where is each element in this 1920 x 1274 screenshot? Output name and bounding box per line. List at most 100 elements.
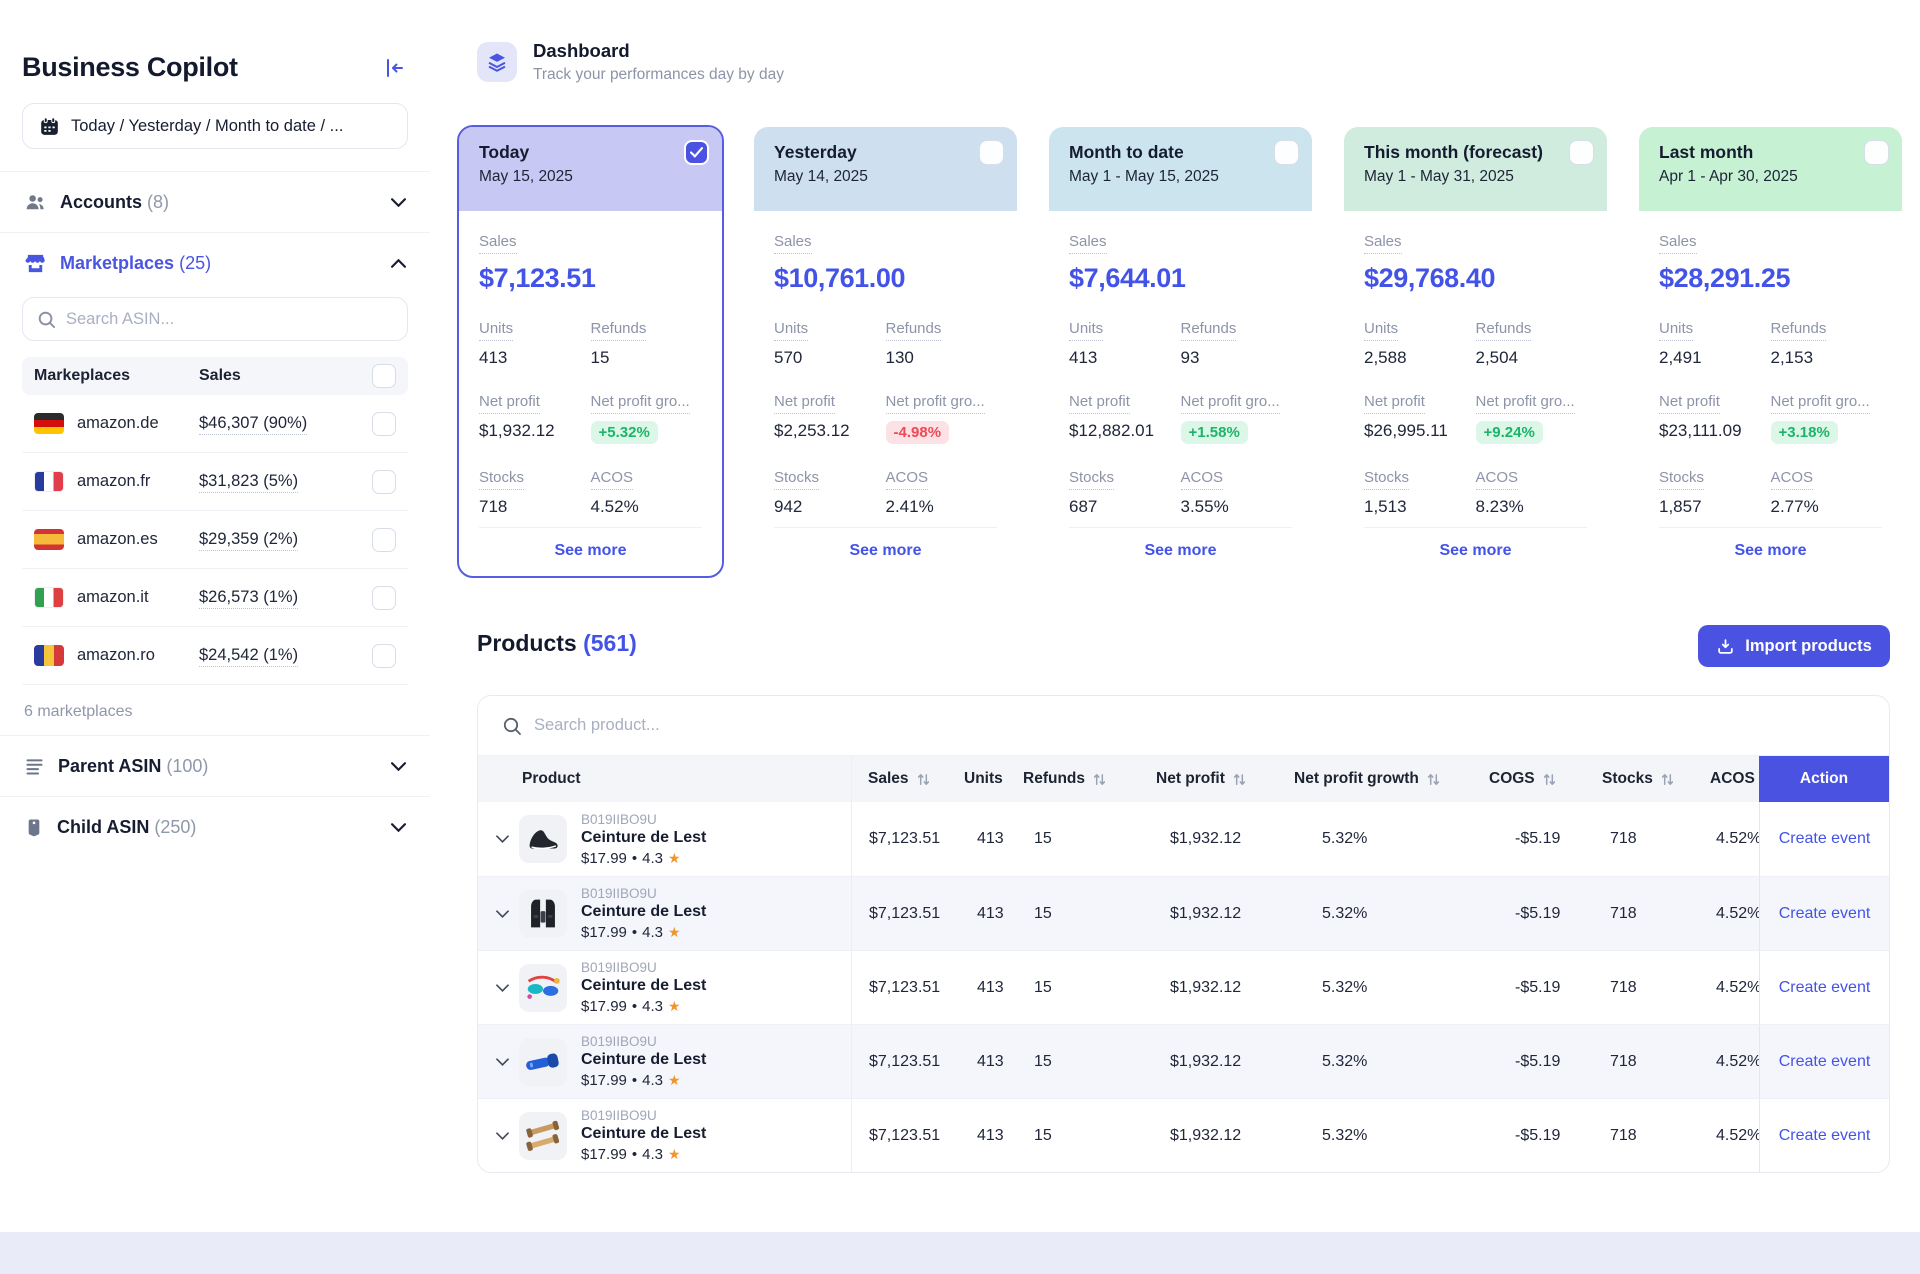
marketplace-checkbox[interactable] (372, 470, 396, 494)
product-sales-cell: $7,123.51 (852, 877, 960, 950)
product-refunds-value: 15 (1034, 905, 1052, 923)
create-event-link[interactable]: Create event (1779, 905, 1871, 923)
date-range-selector[interactable]: Today / Yesterday / Month to date / ... (22, 103, 408, 149)
marketplace-checkbox[interactable] (372, 528, 396, 552)
product-units-cell: 413 (960, 951, 1015, 1024)
products-column-header[interactable]: Stocks (1590, 756, 1690, 802)
card-net-profit-growth-value: +9.24% (1476, 421, 1543, 444)
dot-separator: • (632, 1146, 637, 1163)
sidebar-item-parent-asin[interactable]: Parent ASIN (100) (0, 736, 430, 796)
create-event-link[interactable]: Create event (1779, 1127, 1871, 1145)
metric-card[interactable]: Last month Apr 1 - Apr 30, 2025 Sales $2… (1637, 125, 1904, 578)
card-sales-value: $10,761.00 (774, 263, 997, 294)
expand-row-chevron-icon[interactable] (496, 910, 509, 918)
net-profit-growth-label: Net profit gro... (1476, 393, 1575, 414)
marketplace-checkbox[interactable] (372, 586, 396, 610)
metric-card[interactable]: Month to date May 1 - May 15, 2025 Sales… (1047, 125, 1314, 578)
marketplace-flag-icon (34, 587, 64, 608)
see-more-link[interactable]: See more (1439, 542, 1511, 559)
products-column-header[interactable]: Net profit (1130, 756, 1280, 802)
products-column-header[interactable]: Units (960, 756, 1015, 802)
marketplace-row[interactable]: amazon.ro $24,542 (1%) (22, 627, 408, 685)
card-checkbox[interactable] (1864, 140, 1889, 165)
product-row[interactable]: B019IIBO9U Ceinture de Lest $17.99 • 4.3… (478, 1098, 1889, 1172)
card-checkbox[interactable] (684, 140, 709, 165)
product-row[interactable]: B019IIBO9U Ceinture de Lest $17.99 • 4.3… (478, 802, 1889, 876)
product-asin: B019IIBO9U (581, 886, 706, 901)
product-units-value: 413 (977, 1053, 1004, 1071)
card-date: Apr 1 - Apr 30, 2025 (1659, 168, 1882, 186)
chevron-down-icon[interactable] (391, 823, 406, 832)
accounts-icon (24, 191, 47, 214)
card-acos-value: 8.23% (1476, 497, 1588, 517)
card-checkbox[interactable] (1569, 140, 1594, 165)
refunds-label: Refunds (591, 320, 647, 341)
sort-icon[interactable] (1232, 772, 1247, 787)
product-stocks-value: 718 (1610, 830, 1637, 848)
see-more-link[interactable]: See more (1144, 542, 1216, 559)
product-row[interactable]: B019IIBO9U Ceinture de Lest $17.99 • 4.3… (478, 1024, 1889, 1098)
product-net-profit-growth-cell: 5.32% (1280, 1099, 1465, 1172)
tag-icon (24, 817, 44, 837)
product-rating: 4.3 (642, 1072, 663, 1089)
sort-icon[interactable] (1660, 772, 1675, 787)
sort-icon[interactable] (1542, 772, 1557, 787)
card-checkbox[interactable] (1274, 140, 1299, 165)
marketplace-checkbox[interactable] (372, 412, 396, 436)
import-products-button[interactable]: Import products (1698, 625, 1890, 667)
products-panel: Product Sales Units Refunds Net profit N… (477, 695, 1890, 1173)
metric-card[interactable]: Today May 15, 2025 Sales $7,123.51 Units… (457, 125, 724, 578)
products-column-header[interactable]: ACOS (1690, 756, 1759, 802)
products-column-header[interactable]: Refunds (1015, 756, 1130, 802)
product-units-value: 413 (977, 979, 1004, 997)
card-checkbox[interactable] (979, 140, 1004, 165)
net-profit-growth-label: Net profit gro... (591, 393, 690, 414)
expand-row-chevron-icon[interactable] (496, 1058, 509, 1066)
marketplace-row[interactable]: amazon.fr $31,823 (5%) (22, 453, 408, 511)
see-more-link[interactable]: See more (849, 542, 921, 559)
sort-icon[interactable] (1426, 772, 1441, 787)
create-event-link[interactable]: Create event (1779, 830, 1871, 848)
card-sales-value: $7,123.51 (479, 263, 702, 294)
collapse-sidebar-icon[interactable] (382, 56, 406, 80)
create-event-link[interactable]: Create event (1779, 979, 1871, 997)
select-all-checkbox[interactable] (372, 364, 396, 388)
sidebar-item-marketplaces[interactable]: Marketplaces (25) (0, 233, 430, 293)
asin-search-input[interactable] (66, 310, 393, 329)
chevron-down-icon[interactable] (391, 762, 406, 771)
marketplace-row[interactable]: amazon.es $29,359 (2%) (22, 511, 408, 569)
expand-row-chevron-icon[interactable] (496, 835, 509, 843)
column-label: Net profit (1156, 770, 1225, 788)
product-cell: B019IIBO9U Ceinture de Lest $17.99 • 4.3… (478, 877, 852, 950)
metric-card[interactable]: Yesterday May 14, 2025 Sales $10,761.00 … (752, 125, 1019, 578)
chevron-up-icon[interactable] (391, 259, 406, 268)
sidebar-item-child-asin[interactable]: Child ASIN (250) (0, 797, 430, 857)
product-row[interactable]: B019IIBO9U Ceinture de Lest $17.99 • 4.3… (478, 876, 1889, 950)
sort-icon[interactable] (1092, 772, 1107, 787)
product-search-input[interactable] (534, 716, 1865, 735)
chevron-down-icon[interactable] (391, 198, 406, 207)
marketplace-row[interactable]: amazon.de $46,307 (90%) (22, 395, 408, 453)
metric-card[interactable]: This month (forecast) May 1 - May 31, 20… (1342, 125, 1609, 578)
see-more-link[interactable]: See more (554, 542, 626, 559)
card-title: Today (479, 142, 702, 163)
product-sales-value: $7,123.51 (869, 905, 940, 923)
create-event-link[interactable]: Create event (1779, 1053, 1871, 1071)
product-row[interactable]: B019IIBO9U Ceinture de Lest $17.99 • 4.3… (478, 950, 1889, 1024)
marketplace-row[interactable]: amazon.it $26,573 (1%) (22, 569, 408, 627)
column-label: Net profit growth (1294, 770, 1419, 788)
sort-icon[interactable] (916, 772, 931, 787)
marketplace-name: amazon.de (77, 414, 159, 433)
products-column-header[interactable]: Sales (852, 756, 960, 802)
expand-row-chevron-icon[interactable] (496, 984, 509, 992)
refunds-label: Refunds (1476, 320, 1532, 341)
star-icon: ★ (668, 1146, 681, 1163)
marketplace-checkbox[interactable] (372, 644, 396, 668)
units-label: Units (1069, 320, 1103, 341)
products-column-header[interactable]: Net profit growth (1280, 756, 1465, 802)
see-more-link[interactable]: See more (1734, 542, 1806, 559)
sidebar-item-accounts[interactable]: Accounts (8) (0, 172, 430, 232)
products-column-header[interactable]: COGS (1465, 756, 1590, 802)
card-sales-value: $7,644.01 (1069, 263, 1292, 294)
expand-row-chevron-icon[interactable] (496, 1132, 509, 1140)
